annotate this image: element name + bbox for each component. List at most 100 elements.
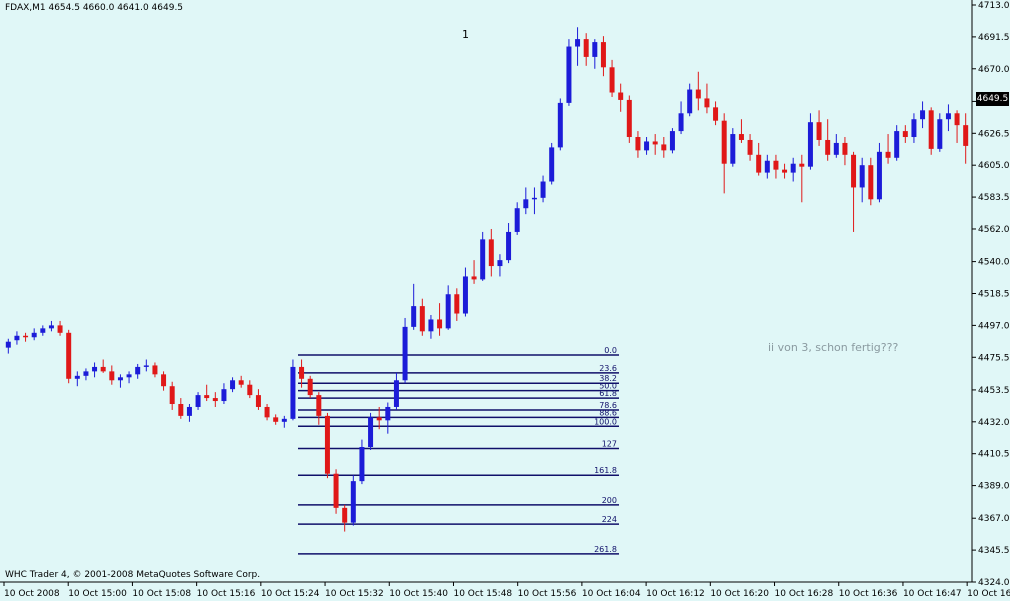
chart-area[interactable]: 4713.04691.54670.04648.04626.54605.04583… (0, 0, 1010, 601)
candle-body (713, 107, 719, 121)
x-tick-label: 10 Oct 16:20 (710, 589, 769, 599)
candle-body (281, 418, 287, 422)
y-tick-label: 4345.5 (978, 546, 1010, 556)
candle-body (687, 89, 693, 114)
candle-body (816, 122, 822, 140)
candle-body (307, 378, 313, 396)
candle-body (669, 131, 675, 151)
candlestick-chart[interactable]: 4713.04691.54670.04648.04626.54605.04583… (0, 0, 1010, 601)
candle-body (937, 119, 943, 149)
candle-body (902, 131, 908, 138)
candle-body (652, 141, 658, 145)
x-tick-label: 10 Oct 15:32 (325, 589, 384, 599)
candle-body (764, 160, 770, 173)
candle-body (316, 395, 322, 416)
copyright-text: WHC Trader 4, © 2001-2008 MetaQuotes Sof… (5, 570, 261, 580)
y-tick-label: 4453.5 (978, 386, 1010, 396)
y-tick-label: 4691.5 (978, 33, 1010, 43)
candle-body (350, 481, 356, 523)
candle-body (600, 42, 606, 68)
candle-body (756, 154, 762, 173)
candle-body (100, 366, 106, 372)
candle-body (868, 165, 874, 200)
candle-body (161, 374, 167, 387)
candle-body (437, 319, 443, 329)
candle-body (738, 134, 744, 140)
candle-body (264, 406, 270, 418)
candle-body (109, 371, 115, 381)
candle-body (506, 231, 512, 261)
candle-body (5, 341, 11, 348)
y-tick-label: 4475.5 (978, 353, 1010, 363)
candle-body (186, 406, 192, 416)
x-tick-label: 10 Oct 15:00 (68, 589, 127, 599)
candle-body (23, 335, 29, 338)
candle-body (583, 39, 589, 57)
candle-body (488, 239, 494, 267)
candle-body (92, 366, 98, 372)
candle-body (169, 386, 175, 405)
current-price-badge: 4649.5 (976, 92, 1009, 106)
candle-body (83, 371, 89, 376)
candle-body (566, 46, 572, 103)
candle-body (807, 122, 813, 167)
fib-level-label: 261.8 (594, 545, 617, 554)
fib-level-label: 161.8 (594, 466, 617, 475)
y-tick-label: 4605.0 (978, 161, 1010, 171)
candle-body (126, 374, 132, 378)
candle-body (540, 181, 546, 198)
candle-body (833, 142, 839, 155)
candle-body (523, 199, 529, 209)
candle-body (14, 335, 20, 341)
x-tick-label: 10 Oct 16:28 (775, 589, 834, 599)
candle-body (497, 260, 503, 267)
candle-body (143, 365, 149, 367)
fib-level-label: 0.0 (604, 346, 617, 355)
candle-body (842, 142, 848, 155)
candle-body (135, 366, 141, 375)
candle-body (876, 151, 882, 200)
wave-label: 1 (462, 28, 469, 41)
x-tick-label: 10 Oct 15:56 (518, 589, 577, 599)
candle-body (480, 239, 486, 280)
fib-level-label: 23.6 (599, 364, 617, 373)
candle-body (531, 197, 537, 200)
candle-body (454, 294, 460, 314)
candle-body (324, 415, 330, 474)
x-tick-label: 10 Oct 2008 (4, 589, 60, 599)
candle-body (859, 165, 865, 188)
candle-body (368, 417, 374, 448)
candle-body (954, 113, 960, 126)
candle-body (462, 276, 468, 314)
candle-body (592, 42, 598, 57)
candle-body (575, 39, 581, 47)
candle-body (945, 113, 951, 120)
candle-body (609, 67, 615, 93)
candle-body (920, 110, 926, 120)
y-tick-label: 4626.5 (978, 129, 1010, 139)
candle-body (393, 380, 399, 407)
candle-body (635, 137, 641, 151)
candle-body (514, 208, 520, 232)
candle-body (747, 139, 753, 155)
candle-body (359, 447, 365, 482)
candle-body (695, 89, 701, 99)
candle-body (333, 473, 339, 508)
candle-body (704, 98, 710, 108)
y-tick-label: 4540.0 (978, 258, 1010, 268)
candle-body (471, 276, 477, 280)
y-tick-label: 4410.5 (978, 450, 1010, 460)
y-tick-label: 4670.0 (978, 65, 1010, 75)
y-tick-label: 4518.5 (978, 290, 1010, 300)
candle-body (230, 380, 236, 390)
fib-level-label: 127 (602, 440, 617, 449)
fib-level-label: 61.8 (599, 389, 617, 398)
y-tick-label: 4432.0 (978, 418, 1010, 428)
candle-body (773, 160, 779, 170)
candle-body (342, 507, 348, 523)
candle-body (730, 134, 736, 164)
candle-body (273, 417, 279, 422)
x-tick-label: 10 Oct 15:48 (453, 589, 512, 599)
candle-body (204, 395, 210, 399)
candle-body (419, 306, 425, 332)
